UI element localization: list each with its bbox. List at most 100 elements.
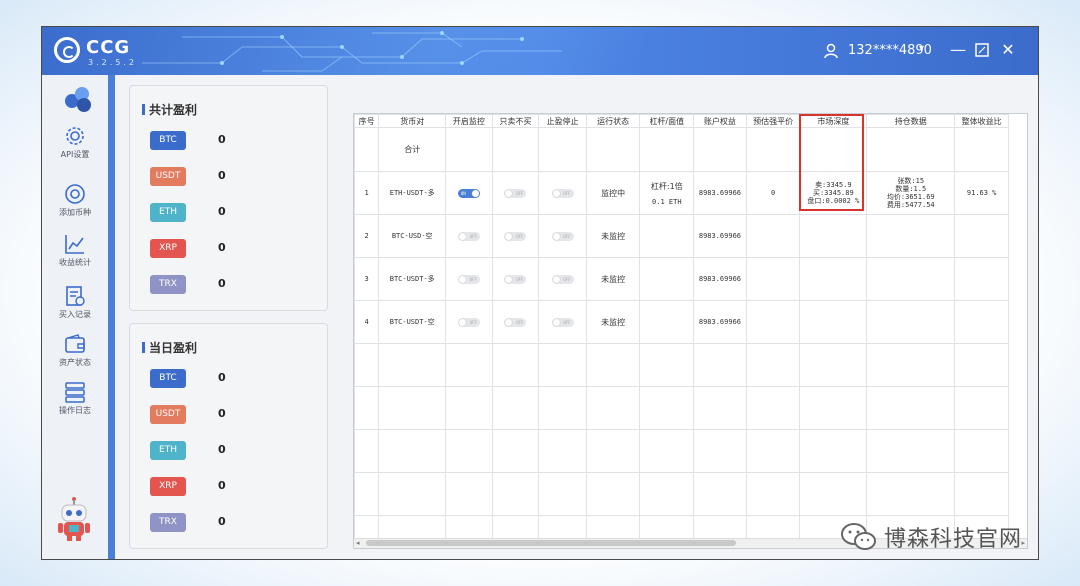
coin-row: XRP 0 <box>150 239 310 259</box>
sell-only-toggle[interactable]: OFF <box>504 231 527 241</box>
wallet-icon <box>65 334 85 353</box>
nav-item-profit-stats[interactable]: 收益统计 <box>42 233 108 279</box>
sell-only-toggle[interactable]: OFF <box>504 317 527 327</box>
ccg-logo-icon <box>54 37 80 63</box>
monitor-toggle[interactable]: ON <box>457 188 480 198</box>
cell-line: 均价:3651.69 <box>886 193 935 201</box>
nav-item-operation-log[interactable]: 操作日志 <box>42 381 108 427</box>
table-cell <box>639 127 695 172</box>
table-cell <box>445 127 493 172</box>
table-cell <box>745 386 801 430</box>
table-cell <box>866 300 956 344</box>
take-profit-stop-toggle[interactable]: OFF <box>551 274 574 284</box>
table-row[interactable]: 4 BTC-USDT-空 OFF OFF OFF 未监控 8983.69966 <box>354 300 1009 344</box>
table-cell <box>538 127 587 172</box>
table-cell <box>538 386 587 430</box>
liquidation-price <box>745 300 801 344</box>
minimize-icon[interactable]: — <box>948 39 968 61</box>
coin-profit-value: 0 <box>218 277 226 290</box>
nav-item-buy-records[interactable]: 买入记录 <box>42 285 108 331</box>
table-cell <box>378 343 447 387</box>
close-icon[interactable]: ✕ <box>998 39 1018 61</box>
coin-row: XRP 0 <box>150 477 310 497</box>
table-cell <box>866 429 956 473</box>
total-profit-panel: 共计盈利 BTC 0 USDT 0 ETH 0 XRP 0 TRX 0 <box>129 85 328 311</box>
coin-row: TRX 0 <box>150 513 310 533</box>
profit-ratio <box>954 214 1009 258</box>
nav-label: 买入记录 <box>59 310 91 319</box>
table-cell <box>585 386 641 430</box>
coin-badge: USDT <box>150 167 186 186</box>
scrollbar-thumb[interactable] <box>366 540 736 546</box>
empty-row <box>354 343 1009 387</box>
monitor-toggle[interactable]: OFF <box>457 317 480 327</box>
brand-cluster-icon <box>65 87 91 112</box>
row-index: 2 <box>354 214 380 258</box>
table-cell <box>378 472 447 516</box>
user-icon[interactable] <box>824 43 838 59</box>
take-profit-stop-toggle[interactable]: OFF <box>551 231 574 241</box>
nav-item-add-coin[interactable]: 添加币种 <box>42 183 108 229</box>
take-profit-stop-toggle[interactable]: OFF <box>551 188 574 198</box>
run-status: 监控中 <box>585 171 641 215</box>
nav-label: API设置 <box>60 150 90 159</box>
table-row[interactable]: 3 BTC-USDT-多 OFF OFF OFF 未监控 8983.69966 <box>354 257 1009 301</box>
table-cell <box>954 343 1009 387</box>
leverage-text: 杠杆:1倍 <box>650 181 683 191</box>
table-cell: OFF <box>538 171 587 215</box>
nav-label: 操作日志 <box>59 406 91 415</box>
account-dropdown-icon[interactable]: ▾ <box>919 43 924 54</box>
scroll-left-icon[interactable]: ◂ <box>356 539 360 547</box>
table-cell: OFF <box>538 257 587 301</box>
coin-badge: BTC <box>150 369 186 388</box>
table-cell: OFF <box>491 171 540 215</box>
table-cell: OFF <box>491 300 540 344</box>
table-cell <box>954 429 1009 473</box>
sell-only-toggle[interactable]: OFF <box>504 274 527 284</box>
table-row[interactable]: 1 ETH-USDT-多 ON OFF OFF 监控中 杠杆:1倍 0.1 ETH 8983.6… <box>354 171 1009 215</box>
table-cell <box>354 472 380 516</box>
table-cell: OFF <box>445 300 493 344</box>
table-header-row: 序号 货币对 开启监控 只卖不买 止盈停止 运行状态 杠杆/面值 账户权益 预估强平价 市场深度持… <box>354 114 1009 128</box>
table-cell <box>538 429 587 473</box>
table-cell <box>799 214 868 258</box>
table-cell <box>538 472 587 516</box>
coin-row: ETH 0 <box>150 203 310 223</box>
cell-line: 买:3345.89 <box>812 189 854 197</box>
coin-row: TRX 0 <box>150 275 310 295</box>
table-cell: OFF <box>538 300 587 344</box>
table-cell <box>354 386 380 430</box>
maximize-icon[interactable] <box>972 39 992 61</box>
nav-item-asset-status[interactable]: 资产状态 <box>42 333 108 379</box>
log-icon <box>65 382 85 403</box>
coin-badge: USDT <box>150 405 186 424</box>
coin-badge: TRX <box>150 513 186 532</box>
table-cell <box>954 472 1009 516</box>
monitor-toggle[interactable]: OFF <box>457 231 480 241</box>
table-row[interactable]: 2 BTC-USD-空 OFF OFF OFF 未监控 8983.69966 <box>354 214 1009 258</box>
table-cell <box>445 343 493 387</box>
monitor-toggle[interactable]: OFF <box>457 274 480 284</box>
table-cell <box>866 127 956 172</box>
column-header: 只卖不买 <box>491 114 540 128</box>
profit-ratio <box>954 257 1009 301</box>
table-cell <box>866 472 956 516</box>
table-cell <box>799 257 868 301</box>
empty-row <box>354 472 1009 516</box>
account-equity: 8983.69966 <box>693 257 747 301</box>
sell-only-toggle[interactable]: OFF <box>504 188 527 198</box>
record-icon <box>66 286 85 306</box>
coin-row: USDT 0 <box>150 167 310 187</box>
cell-line: 卖:3345.9 <box>815 181 852 189</box>
slide-background: CCG 3.2.5.2 132****4890 ▾ — ✕ API设置 添加币种… <box>0 0 1080 586</box>
column-header: 货币对 <box>378 114 447 128</box>
coin-row: ETH 0 <box>150 441 310 461</box>
pair-name: BTC-USDT-空 <box>378 300 447 344</box>
app-window: CCG 3.2.5.2 132****4890 ▾ — ✕ API设置 添加币种… <box>41 26 1039 560</box>
take-profit-stop-toggle[interactable]: OFF <box>551 317 574 327</box>
table-cell: 张数:15 数量:1.5 均价:3651.69 费用:5477.54 <box>866 171 956 215</box>
column-header: 序号 <box>354 114 380 128</box>
nav-item-api-settings[interactable]: API设置 <box>42 125 108 171</box>
coin-badge: TRX <box>150 275 186 294</box>
table-cell <box>799 386 868 430</box>
